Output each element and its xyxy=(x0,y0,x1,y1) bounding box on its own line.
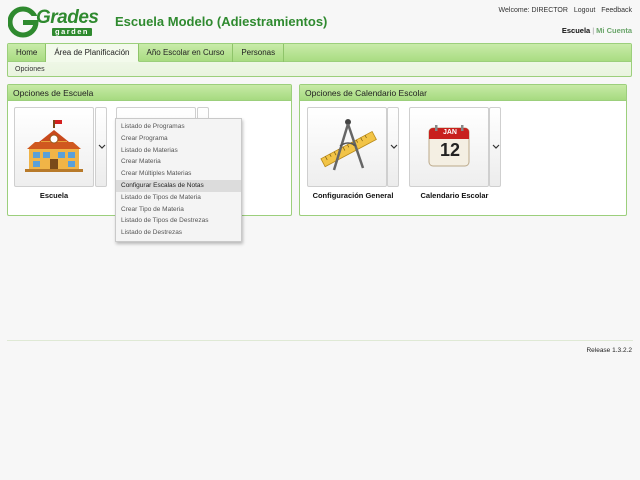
panel-title: Opciones de Calendario Escolar xyxy=(300,85,626,101)
tab-home[interactable]: Home xyxy=(8,44,47,62)
menu-item-listado-programas[interactable]: Listado de Programas xyxy=(116,121,241,133)
top-links: Welcome: DIRECTOR Logout Feedback xyxy=(495,7,632,14)
menu-item-listado-tipos-destrezas[interactable]: Listado de Tipos de Destrezas xyxy=(116,215,241,227)
logo-sub-text: garden xyxy=(52,28,93,36)
school-building-icon xyxy=(25,120,83,172)
footer-divider xyxy=(7,340,633,341)
panel-title: Opciones de Escuela xyxy=(8,85,291,101)
tab-planificacion[interactable]: Área de Planificación xyxy=(46,44,139,62)
welcome-text: Welcome: DIRECTOR xyxy=(498,7,568,14)
config-dropdown-toggle[interactable] xyxy=(387,107,399,187)
menu-item-crear-materia[interactable]: Crear Materia xyxy=(116,156,241,168)
main-nav: Home Área de Planificación Año Escolar e… xyxy=(7,43,632,77)
general-config-label: Configuración General xyxy=(312,191,394,200)
feedback-link[interactable]: Feedback xyxy=(601,7,632,14)
menu-item-listado-destrezas[interactable]: Listado de Destrezas xyxy=(116,227,241,239)
tab-personas[interactable]: Personas xyxy=(233,44,285,62)
school-link[interactable]: Escuela xyxy=(562,26,590,35)
menu-item-listado-tipos-materia[interactable]: Listado de Tipos de Materia xyxy=(116,192,241,204)
school-tile[interactable] xyxy=(14,107,94,187)
calendar-options-panel: Opciones de Calendario Escolar Configura… xyxy=(299,84,627,216)
menu-item-crear-multiples-materias[interactable]: Crear Múltiples Materias xyxy=(116,168,241,180)
chevron-down-icon xyxy=(390,144,398,149)
menu-item-listado-materias[interactable]: Listado de Materias xyxy=(116,145,241,157)
logo-brand-text: Grades xyxy=(36,7,99,28)
nav-tabs: Home Área de Planificación Año Escolar e… xyxy=(8,44,631,62)
calendar-dropdown-toggle[interactable] xyxy=(489,107,501,187)
release-version: Release 1.3.2.2 xyxy=(586,347,632,354)
my-account-link[interactable]: Mi Cuenta xyxy=(596,26,632,35)
calendar-month-text: JAN xyxy=(442,129,457,136)
calendar-day-text: 12 xyxy=(439,140,461,160)
logout-link[interactable]: Logout xyxy=(574,7,595,14)
page-title: Escuela Modelo (Adiestramientos) xyxy=(115,14,328,29)
gradesgarden-logo[interactable]: Grades garden xyxy=(7,6,104,38)
user-links: Escuela | Mi Cuenta xyxy=(562,26,632,35)
link-separator: | xyxy=(592,26,595,35)
menu-item-configurar-escalas[interactable]: Configurar Escalas de Notas xyxy=(116,179,241,192)
chevron-down-icon xyxy=(492,144,500,149)
tab-ano-escolar[interactable]: Año Escolar en Curso xyxy=(139,44,234,62)
menu-item-crear-programa[interactable]: Crear Programa xyxy=(116,133,241,145)
drafting-tools-icon xyxy=(320,119,377,171)
school-calendar-label: Calendario Escolar xyxy=(420,191,489,200)
school-dropdown-toggle[interactable] xyxy=(95,107,107,187)
subnav-opciones[interactable]: Opciones xyxy=(15,66,45,73)
school-calendar-tile[interactable]: JAN 12 xyxy=(409,107,489,187)
chevron-down-icon xyxy=(98,144,106,149)
menu-item-crear-tipo-materia[interactable]: Crear Tipo de Materia xyxy=(116,204,241,216)
general-config-tile[interactable] xyxy=(307,107,387,187)
programs-dropdown-menu: Listado de Programas Crear Programa List… xyxy=(115,118,242,242)
school-tile-label: Escuela xyxy=(39,191,69,200)
